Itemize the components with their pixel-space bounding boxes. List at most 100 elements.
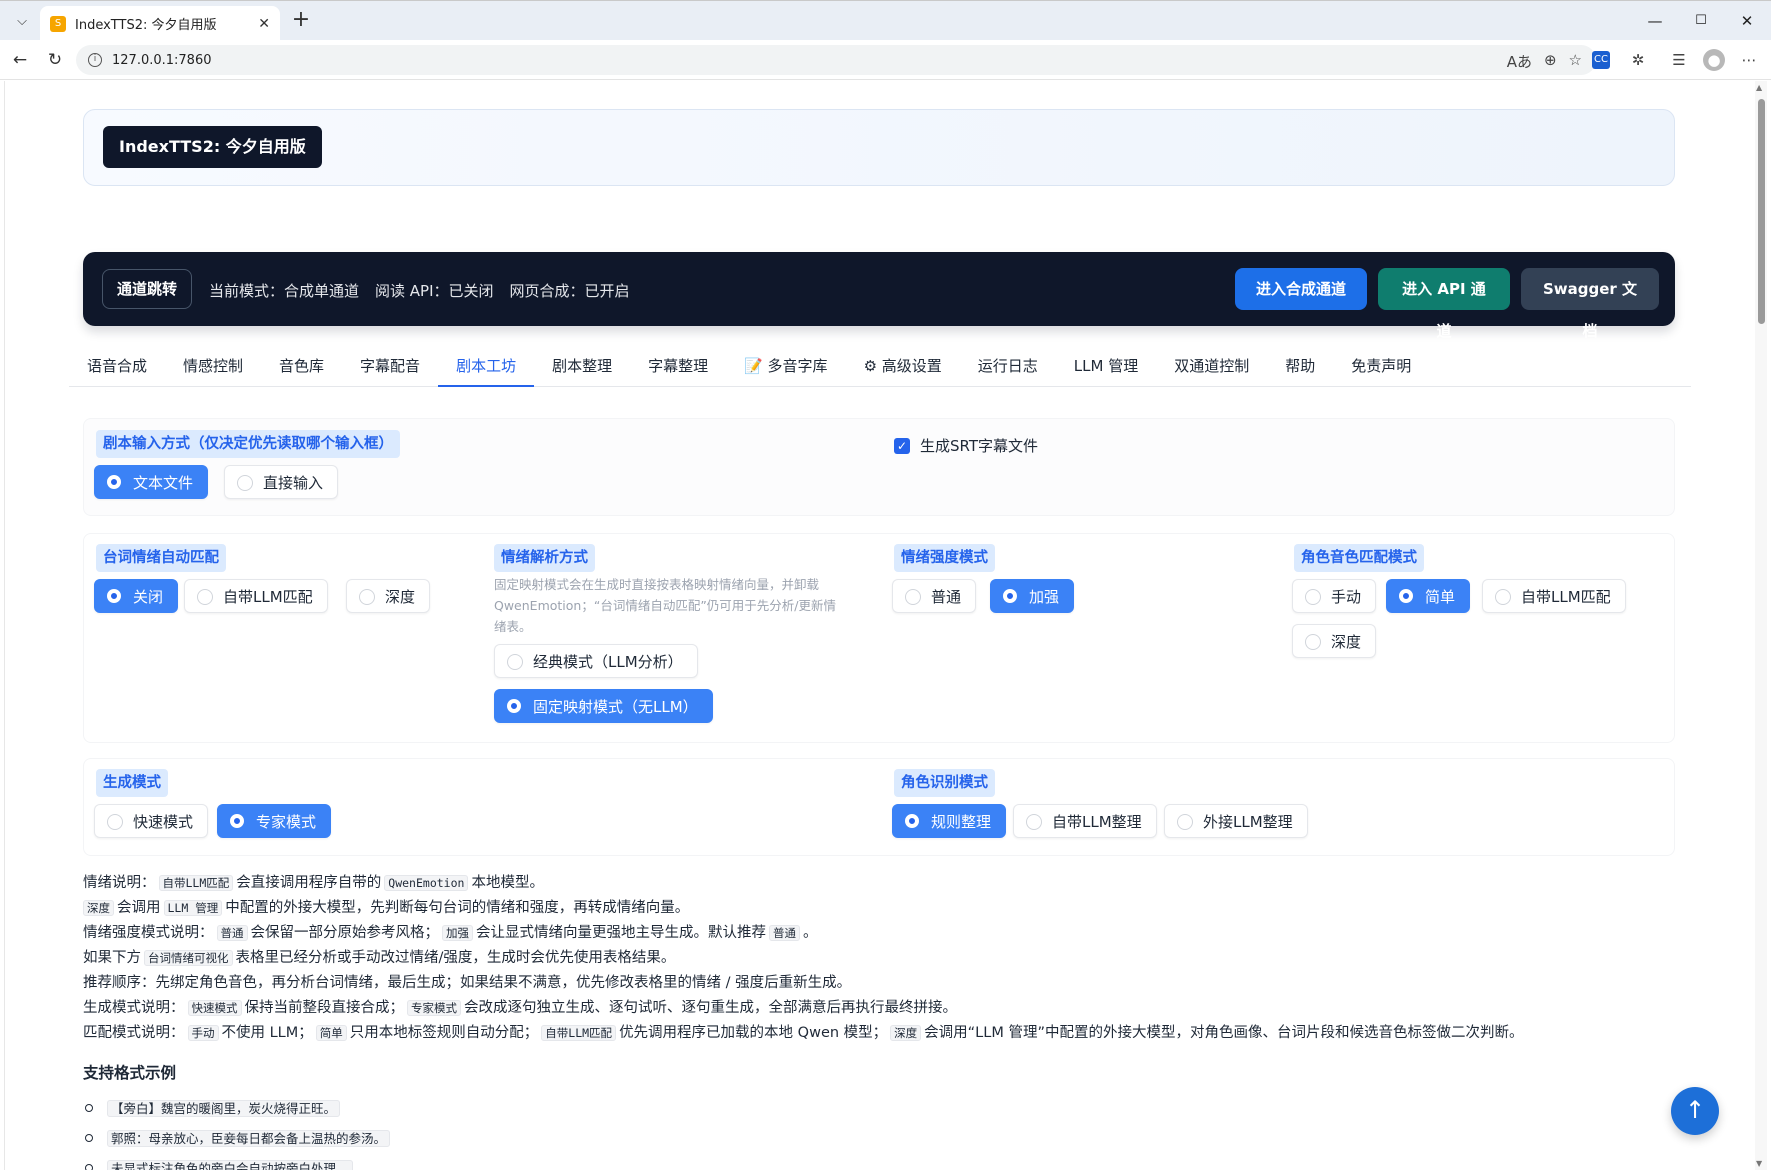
radio-fixed-mapping-mode[interactable]: 固定映射模式（无LLM） [494,689,713,723]
parse-mode-hint: 固定映射模式会在生成时直接按表格映射情绪向量，并卸载 QwenEmotion；“… [494,574,874,637]
site-favicon-icon: S [50,15,66,32]
tab-emotion[interactable]: 情感控制 [165,347,261,387]
radio-voice-manual[interactable]: 手动 [1292,579,1377,613]
list-item: 【旁白】魏宫的暖阁里，炭火烧得正旺。 [83,1093,390,1123]
note-line: 生成模式说明： 快速模式 保持当前整段直接合成； 专家模式 会改成逐句独立生成、逐句试听… [83,996,1683,1021]
more-menu-icon[interactable]: ⋯ [1738,49,1760,71]
page-scrollbar[interactable]: ▲ ▼ [1755,81,1767,1170]
parse-mode-label: 情绪解析方式 [494,544,595,572]
radio-text-file[interactable]: 文本文件 [94,465,209,499]
tab-disclaimer[interactable]: 免责声明 [1333,347,1429,387]
srt-checkbox[interactable]: ✓ [894,437,910,454]
note-text: 会让显式情绪向量更强地主导生成。默认推荐 [476,925,766,941]
radio-strength-normal[interactable]: 普通 [892,579,977,613]
radio-direct-input[interactable]: 直接输入 [224,465,339,499]
channel-status: 当前模式：合成单通道 阅读 API：已关闭 网页合成：已开启 [209,280,630,301]
read-api-status: 阅读 API：已关闭 [375,282,494,300]
example-code: 【旁白】魏宫的暖阁里，炭火烧得正旺。 [107,1100,341,1117]
example-code: 郭照：母亲放心，臣妾每日都会备上温热的参汤。 [107,1130,391,1147]
radio-classic-mode[interactable]: 经典模式（LLM分析） [494,644,698,678]
tab-dual-channel[interactable]: 双通道控制 [1156,347,1267,387]
note-text: 。 [803,925,818,941]
note-text: 匹配模式说明： [83,1025,185,1041]
reload-icon[interactable]: ↻ [43,48,67,72]
main-tabs: 语音合成 情感控制 音色库 字幕配音 剧本工坊 剧本整理 字幕整理 📝 多音字库… [69,347,1691,387]
tab-tts[interactable]: 语音合成 [69,347,165,387]
radio-voice-simple[interactable]: 简单 [1386,579,1471,613]
scroll-up-arrow-icon[interactable]: ▲ [1756,83,1762,92]
page-viewport: IndexTTS2: 今夕自用版 通道跳转 当前模式：合成单通道 阅读 API：… [4,81,1755,1170]
profile-avatar-icon[interactable]: ● [1703,49,1725,71]
enter-api-channel-button[interactable]: 进入 API 通道 [1378,268,1510,340]
radio-expert-mode[interactable]: 专家模式 [217,804,332,838]
radio-fast-mode[interactable]: 快速模式 [94,804,209,838]
swagger-docs-button[interactable]: Swagger 文档 [1521,268,1659,340]
channel-bar: 通道跳转 当前模式：合成单通道 阅读 API：已关闭 网页合成：已开启 进入合成… [83,252,1675,340]
new-tab-button[interactable]: + [288,8,314,34]
note-text: 优先调用程序已加载的本地 Qwen 模型； [619,1025,888,1041]
tab-script-organize[interactable]: 剧本整理 [534,347,630,387]
scroll-down-arrow-icon[interactable]: ▼ [1756,1159,1762,1168]
tab-advanced-settings[interactable]: ⚙ 高级设置 [846,347,960,387]
scrollbar-thumb[interactable] [1758,99,1765,324]
radio-voice-deep[interactable]: 深度 [1292,624,1377,658]
extension-cc-icon[interactable]: CC [1592,51,1610,69]
radio-auto-match-llm[interactable]: 自带LLM匹配 [184,579,328,613]
radio-auto-match-off[interactable]: 关闭 [94,579,179,613]
list-item: 郭照：母亲放心，臣妾每日都会备上温热的参汤。 [83,1123,391,1153]
tab-polyphone-library[interactable]: 📝 多音字库 [726,347,845,387]
example-code: 未显式标注角色的旁白会自动按旁白处理。 [107,1160,353,1170]
note-text: 会调用“LLM 管理”中配置的外接大模型，对角色画像、台词片段和候选音色标签做二… [924,1025,1524,1041]
enter-synthesis-channel-button[interactable]: 进入合成通道 [1235,268,1367,310]
zoom-icon[interactable]: ⊕ [1544,51,1557,72]
note-code: 深度 [890,1025,922,1041]
site-info-icon[interactable]: i [88,53,102,67]
strength-mode-label: 情绪强度模式 [894,544,995,572]
srt-checkbox-row[interactable]: ✓ 生成SRT字幕文件 [894,435,1038,456]
close-window-button[interactable]: ✕ [1724,7,1770,35]
maximize-button[interactable]: ☐ [1678,7,1724,35]
scroll-to-top-button[interactable]: ↑ [1671,1087,1719,1135]
note-line: 如果下方 台词情绪可视化 表格里已经分析或手动改过情绪/强度，生成时会优先使用表格结… [83,946,1683,971]
current-mode-status: 当前模式：合成单通道 [209,282,360,300]
tab-run-log[interactable]: 运行日志 [960,347,1056,387]
url-field[interactable]: i 127.0.0.1:7860 Aあ ⊕ ☆ [76,45,1596,75]
favorite-star-icon[interactable]: ☆ [1569,51,1582,72]
radio-rule-organize[interactable]: 规则整理 [892,804,1007,838]
header-card: IndexTTS2: 今夕自用版 [83,109,1675,186]
tab-help[interactable]: 帮助 [1267,347,1333,387]
radio-voice-llm[interactable]: 自带LLM匹配 [1482,579,1626,613]
browser-tab-bar: ⌵ S IndexTTS2: 今夕自用版 ✕ + — ☐ ✕ [0,0,1771,41]
translate-icon[interactable]: Aあ [1507,51,1532,72]
input-mode-label: 剧本输入方式（仅决定优先读取哪个输入框） [96,430,400,458]
back-arrow-icon[interactable]: ← [8,48,32,72]
radio-external-llm-organize[interactable]: 外接LLM整理 [1164,804,1308,838]
radio-builtin-llm-organize[interactable]: 自带LLM整理 [1013,804,1157,838]
note-line: 推荐顺序：先绑定角色音色，再分析台词情绪，最后生成；如果结果不满意，优先修改表格… [83,971,1683,996]
generation-panel: 生成模式 快速模式 专家模式 角色识别模式 规则整理 自带LLM整理 外接LLM… [83,758,1675,856]
tab-list-chevron-icon[interactable]: ⌵ [8,7,36,35]
minimize-button[interactable]: — [1632,7,1678,35]
note-line: 情绪强度模式说明： 普通 会保留一部分原始参考风格； 加强 会让显式情绪向量更强地主导生… [83,921,1683,946]
note-code: QwenEmotion [384,875,469,891]
tab-subtitle-organize[interactable]: 字幕整理 [630,347,726,387]
script-input-panel: 剧本输入方式（仅决定优先读取哪个输入框） 文本文件 直接输入 ✓ 生成SRT字幕… [83,418,1675,516]
browser-tab[interactable]: S IndexTTS2: 今夕自用版 ✕ [40,6,280,41]
tab-script-workshop[interactable]: 剧本工坊 [438,347,535,387]
emotion-settings-panel: 台词情绪自动匹配 关闭 自带LLM匹配 深度 情绪解析方式 固定映射模式会在生成… [83,533,1675,743]
tab-subtitle-dubbing[interactable]: 字幕配音 [342,347,438,387]
note-text: 情绪强度模式说明： [83,925,214,941]
radio-auto-match-deep[interactable]: 深度 [346,579,431,613]
close-tab-icon[interactable]: ✕ [258,16,270,32]
note-code: 普通 [769,925,800,941]
extensions-puzzle-icon[interactable]: ✲ [1627,49,1649,71]
list-item: 未显式标注角色的旁白会自动按旁白处理。 [83,1153,390,1170]
tab-llm-management[interactable]: LLM 管理 [1056,347,1156,387]
favorites-list-icon[interactable]: ☰ [1668,49,1690,71]
srt-checkbox-label: 生成SRT字幕文件 [920,437,1039,455]
role-recognition-label: 角色识别模式 [894,769,995,797]
radio-strength-enhanced[interactable]: 加强 [990,579,1075,613]
tab-voice-library[interactable]: 音色库 [261,347,342,387]
note-text: 本地模型。 [471,875,544,891]
parse-hint-line: 固定映射模式会在生成时直接按表格映射情绪向量，并卸载 [494,577,820,592]
